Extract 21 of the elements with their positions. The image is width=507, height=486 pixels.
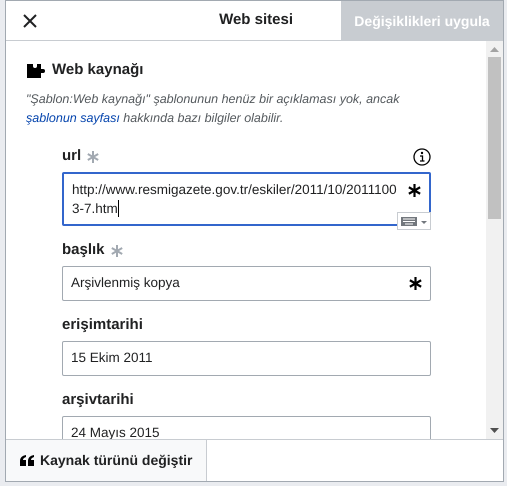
scrollbar[interactable]: [486, 41, 503, 439]
field-label: başlık: [62, 240, 105, 260]
template-name: Web kaynağı: [52, 60, 144, 80]
field-label: url: [62, 146, 82, 166]
text-field[interactable]: 24 Mayıs 2015: [62, 416, 431, 439]
info-icon[interactable]: [413, 148, 431, 166]
required-icon: [409, 276, 422, 290]
dialog-title: Web sitesi: [219, 10, 293, 30]
field-label: arşivtarihi: [62, 390, 134, 410]
keyboard-icon[interactable]: [397, 212, 431, 230]
template-description: "Şablon:Web kaynağı" şablonunun henüz bir açıklaması yok, ancak şablonun sayfası hakkında bazı bilgiler olabilir.: [26, 90, 401, 127]
scroll-down-icon[interactable]: [490, 428, 499, 433]
text-field[interactable]: 15 Ekim 2011: [62, 340, 431, 376]
field-label: erişimtarihi: [62, 315, 143, 336]
template-page-link[interactable]: şablonun sayfası: [26, 110, 120, 124]
quote-icon: [20, 455, 35, 466]
change-source-type-button[interactable]: Kaynak türünü değiştir: [6, 440, 208, 481]
required-icon: [408, 184, 421, 196]
close-icon: [22, 13, 38, 29]
text-field[interactable]: Arşivlenmiş kopya: [62, 266, 431, 300]
puzzle-piece-icon: [26, 62, 46, 78]
